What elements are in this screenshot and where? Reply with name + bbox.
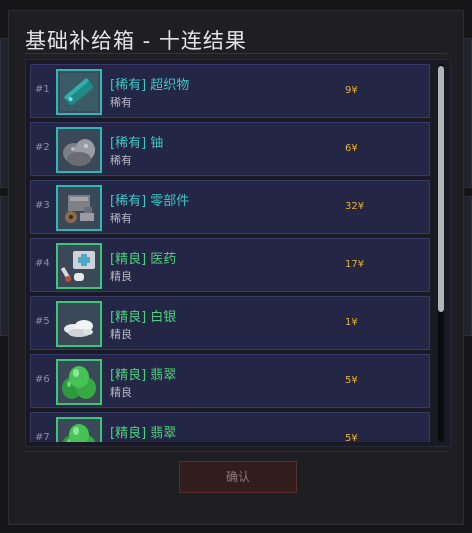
silver-icon — [56, 301, 102, 347]
result-rarity: 精良 — [110, 270, 132, 283]
result-price: 6¥ — [345, 143, 358, 154]
result-item-name: [精良] 白银 — [110, 310, 177, 325]
result-price: 5¥ — [345, 375, 358, 386]
supply-crate-results-dialog: 基础补给箱 - 十连结果 #1 [稀有] 超织物 稀有 9¥ #2 [稀有] 铀稀有 6¥ #… — [8, 10, 464, 525]
result-row[interactable]: #1 [稀有] 超织物 稀有 9¥ — [30, 64, 430, 118]
result-index: #6 — [35, 374, 50, 385]
divider — [25, 451, 447, 452]
uranium-icon — [56, 127, 102, 173]
result-item-name: [稀有] 零部件 — [110, 194, 190, 209]
result-item-name: [精良] 翡翠 — [110, 426, 177, 441]
result-price: 5¥ — [345, 433, 358, 442]
result-index: #3 — [35, 200, 50, 211]
result-index: #1 — [35, 84, 50, 95]
result-rarity: 稀有 — [110, 212, 132, 225]
scrollbar[interactable] — [438, 64, 444, 442]
components-icon — [56, 185, 102, 231]
result-index: #2 — [35, 142, 50, 153]
divider — [25, 53, 447, 54]
scrollbar-thumb[interactable] — [438, 66, 444, 312]
confirm-button[interactable]: 确认 — [179, 461, 297, 493]
result-item-name: [精良] 翡翠 — [110, 368, 177, 383]
jade-icon — [56, 359, 102, 405]
result-price: 32¥ — [345, 201, 365, 212]
medicine-icon — [56, 243, 102, 289]
results-list-viewport[interactable]: #1 [稀有] 超织物 稀有 9¥ #2 [稀有] 铀稀有 6¥ #3 [稀有] 零部件 稀有 32… — [30, 64, 430, 442]
result-index: #7 — [35, 432, 50, 442]
result-row[interactable]: #4 [精良] 医药 精良 17¥ — [30, 238, 430, 292]
result-item-name: [稀有] 铀 — [110, 136, 164, 151]
result-rarity: 精良 — [110, 328, 132, 341]
fabric-icon — [56, 69, 102, 115]
result-item-name: [精良] 医药 — [110, 252, 177, 267]
result-rarity: 精良 — [110, 386, 132, 399]
result-row[interactable]: #7[精良] 翡翠精良5¥ — [30, 412, 430, 442]
result-index: #4 — [35, 258, 50, 269]
result-price: 1¥ — [345, 317, 358, 328]
result-row[interactable]: #5 [精良] 白银 精良 1¥ — [30, 296, 430, 350]
result-item-name: [稀有] 超织物 — [110, 78, 190, 93]
results-list: #1 [稀有] 超织物 稀有 9¥ #2 [稀有] 铀稀有 6¥ #3 [稀有] 零部件 稀有 32… — [25, 59, 451, 447]
result-row[interactable]: #2 [稀有] 铀稀有 6¥ — [30, 122, 430, 176]
result-row[interactable]: #6 [精良] 翡翠 精良 5¥ — [30, 354, 430, 408]
result-row[interactable]: #3 [稀有] 零部件 稀有 32¥ — [30, 180, 430, 234]
result-price: 17¥ — [345, 259, 365, 270]
result-rarity: 稀有 — [110, 96, 132, 109]
result-rarity: 稀有 — [110, 154, 132, 167]
result-price: 9¥ — [345, 85, 358, 96]
result-index: #5 — [35, 316, 50, 327]
dialog-title: 基础补给箱 - 十连结果 — [25, 29, 247, 53]
jade-icon — [56, 417, 102, 442]
